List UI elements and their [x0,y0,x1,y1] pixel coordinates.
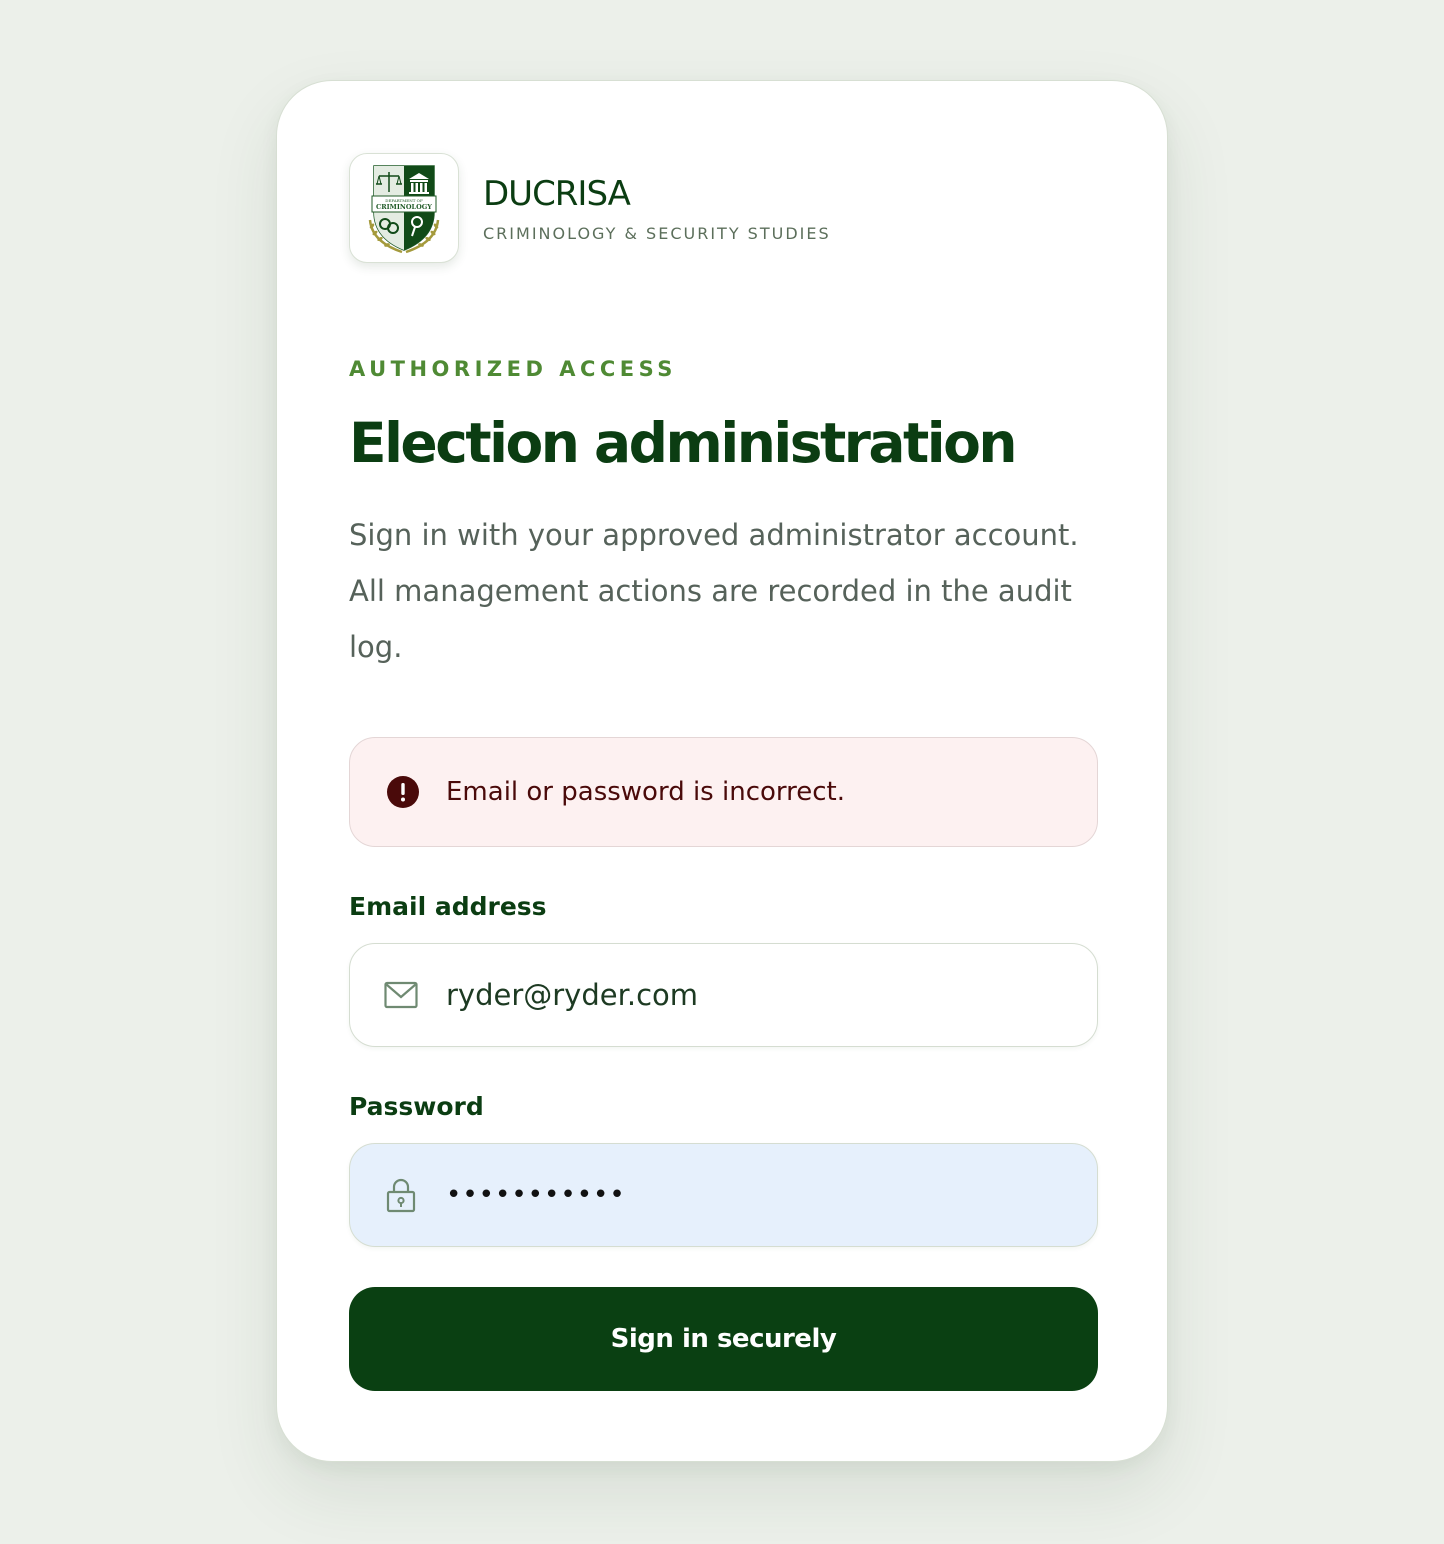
lock-icon [384,1178,418,1213]
login-card: DEPARTMENT OF CRIMINOLOGY DUCRISA CRIMIN… [276,80,1168,1462]
error-message: Email or password is incorrect. [446,777,846,807]
mail-icon [384,978,418,1012]
error-alert: Email or password is incorrect. [349,737,1098,847]
password-input-value[interactable]: ••••••••••• [446,1180,626,1210]
brand-header: DEPARTMENT OF CRIMINOLOGY DUCRISA CRIMIN… [349,153,831,263]
alert-circle-icon [386,775,420,809]
page-title: Election administration [349,411,1018,475]
brand-subtitle: CRIMINOLOGY & SECURITY STUDIES [483,223,831,243]
email-input-value[interactable]: ryder@ryder.com [446,978,698,1012]
email-field[interactable]: ryder@ryder.com [349,943,1098,1047]
brand-text: DUCRISA CRIMINOLOGY & SECURITY STUDIES [483,174,831,243]
brand-name: DUCRISA [483,173,631,214]
section-eyebrow: AUTHORIZED ACCESS [349,357,677,381]
department-logo: DEPARTMENT OF CRIMINOLOGY [349,153,459,263]
svg-text:CRIMINOLOGY: CRIMINOLOGY [376,203,432,211]
password-label: Password [349,1092,484,1121]
password-field[interactable]: ••••••••••• [349,1143,1098,1247]
page-description: Sign in with your approved administrator… [349,518,1079,664]
email-label: Email address [349,892,547,921]
sign-in-button[interactable]: Sign in securely [349,1287,1098,1391]
criminology-crest-icon: DEPARTMENT OF CRIMINOLOGY [368,165,440,254]
